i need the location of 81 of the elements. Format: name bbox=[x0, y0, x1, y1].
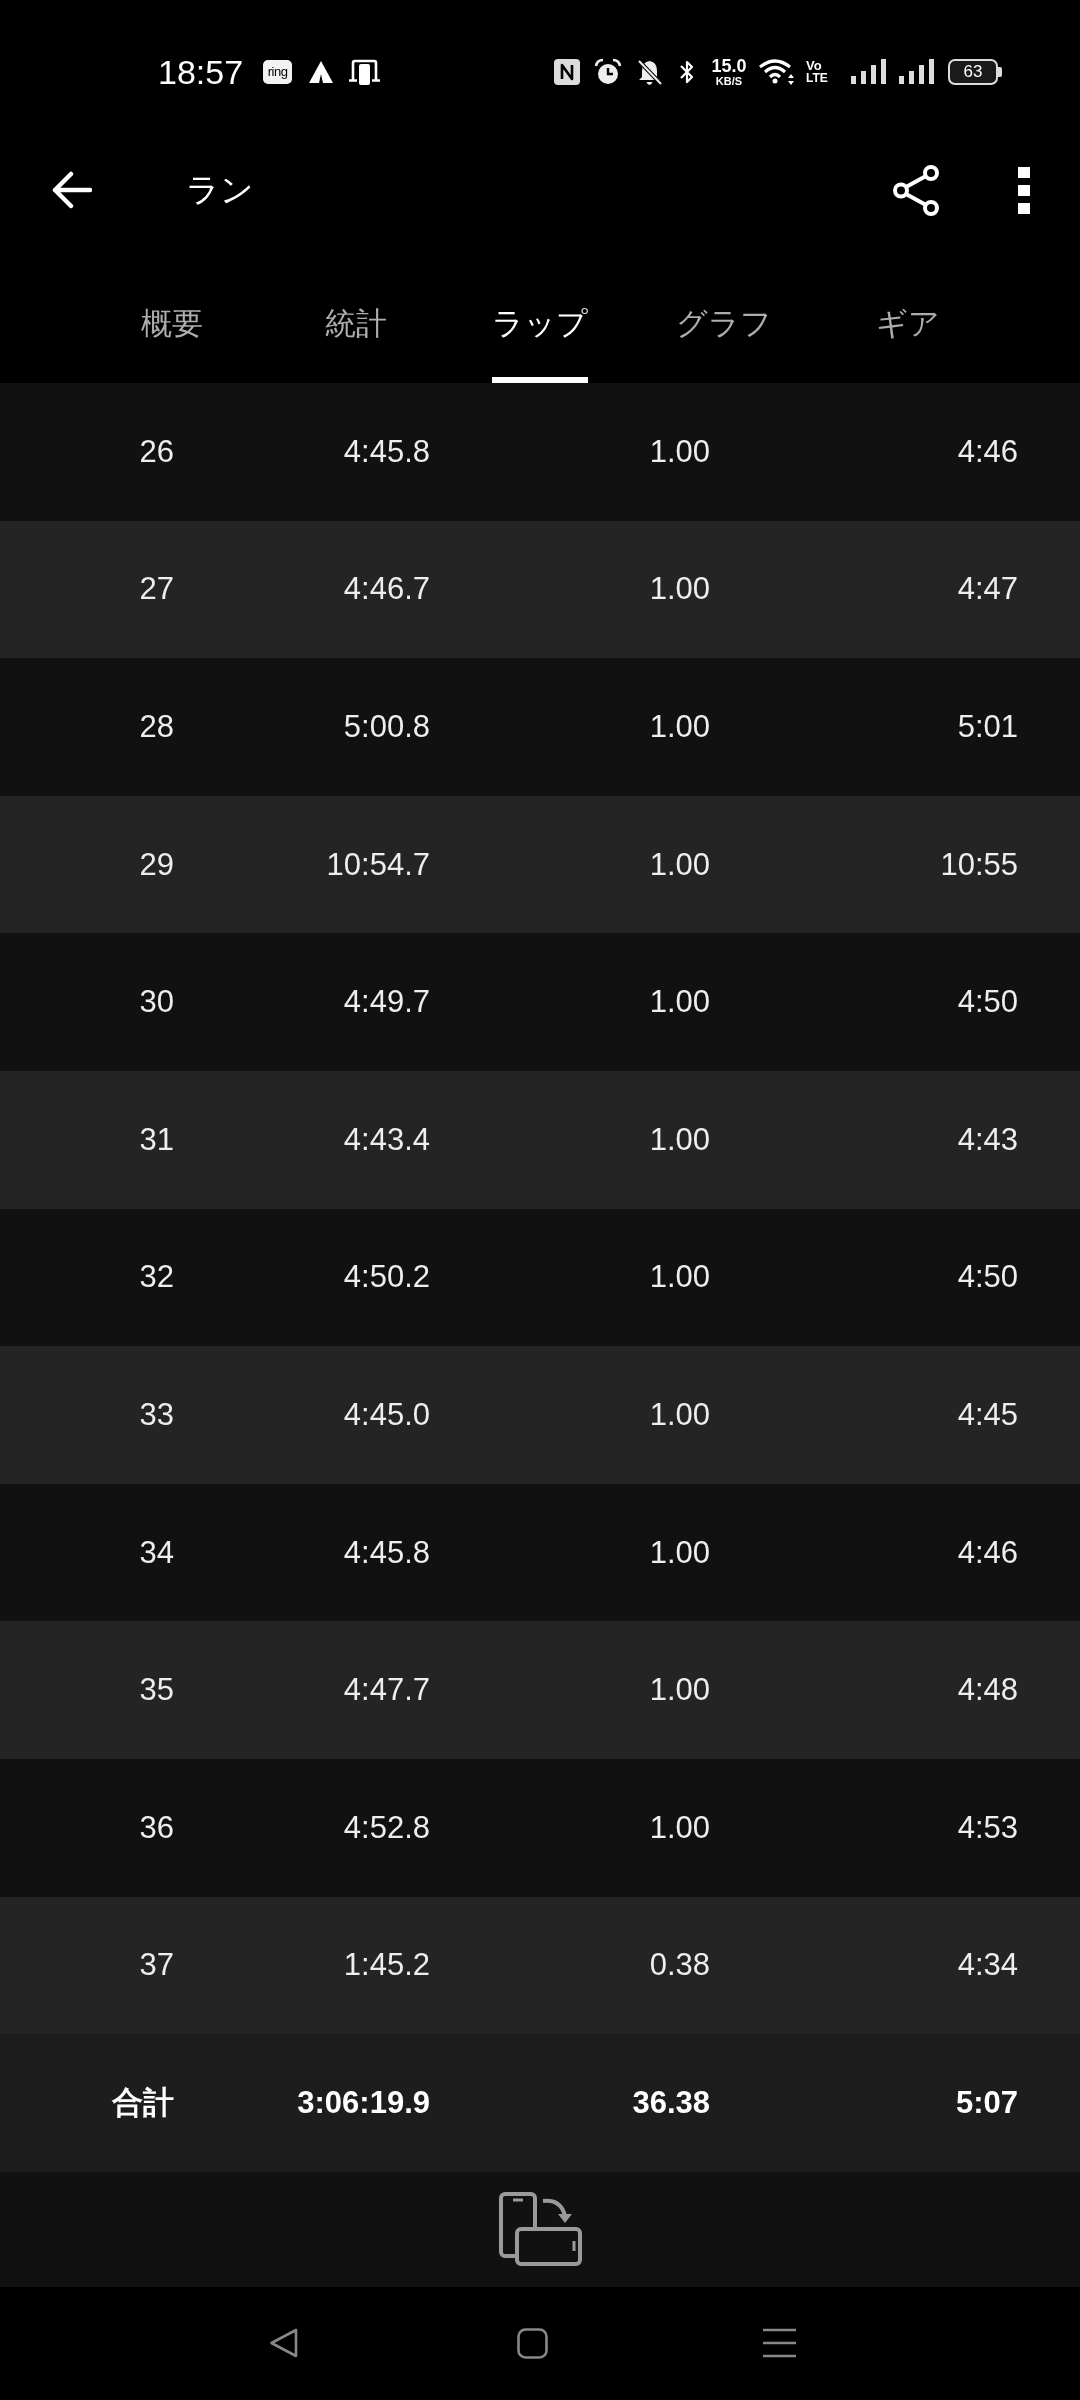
table-cell: 4:50 bbox=[957, 984, 1018, 1021]
table-cell: 5:00.8 bbox=[343, 709, 430, 745]
signal-icon bbox=[898, 59, 935, 85]
rotate-screen-icon[interactable] bbox=[498, 2192, 582, 2267]
table-cell: 0.38 bbox=[649, 1947, 710, 1984]
bluetooth-icon bbox=[678, 58, 696, 86]
wifi-icon bbox=[758, 58, 796, 86]
total-cell: 3:06:19.9 bbox=[297, 2084, 430, 2121]
table-cell: 4:48 bbox=[957, 1672, 1018, 1709]
table-cell: 1.00 bbox=[649, 1396, 710, 1433]
tab[interactable]: 概要 bbox=[80, 236, 264, 383]
alarm-clock-icon bbox=[594, 58, 622, 86]
bell-off-icon bbox=[636, 58, 663, 86]
total-cell: 36.38 bbox=[632, 2084, 710, 2121]
table-cell: 26 bbox=[139, 433, 174, 470]
table-cell: 4:50 bbox=[957, 1259, 1018, 1296]
table-cell: 35 bbox=[139, 1672, 174, 1709]
table-cell: 10:55 bbox=[940, 846, 1018, 883]
table-cell: 4:34 bbox=[957, 1947, 1018, 1984]
network-speed-value: 15.0 bbox=[711, 57, 747, 75]
table-cell: 1.00 bbox=[649, 1809, 710, 1846]
table-cell: 4:50.2 bbox=[343, 1259, 430, 1296]
table-cell: 4:46 bbox=[957, 1534, 1018, 1571]
table-cell: 34 bbox=[139, 1534, 174, 1571]
table-cell: 4:43.4 bbox=[343, 1121, 430, 1158]
table-cell: 36 bbox=[139, 1809, 174, 1846]
table-cell: 1.00 bbox=[649, 1121, 710, 1158]
table-cell: 1.00 bbox=[649, 846, 710, 883]
table-cell: 1.00 bbox=[649, 571, 710, 608]
table-cell: 1.00 bbox=[649, 1259, 710, 1296]
table-cell: 4:43 bbox=[957, 1121, 1018, 1158]
status-time: 18:57 bbox=[158, 53, 244, 91]
table-cell: 4:52.8 bbox=[343, 1809, 430, 1846]
table-cell: 4:45.0 bbox=[343, 1396, 430, 1433]
tab[interactable]: 統計 bbox=[264, 236, 448, 383]
table-cell: 1:45.2 bbox=[343, 1947, 430, 1984]
more-options-icon[interactable] bbox=[1018, 166, 1030, 214]
table-cell: 30 bbox=[139, 984, 174, 1021]
nfc-icon bbox=[554, 59, 580, 85]
table-cell: 10:54.7 bbox=[326, 846, 430, 883]
table-cell: 4:45.8 bbox=[343, 433, 430, 470]
table-cell: 33 bbox=[139, 1396, 174, 1433]
app-badge: ring bbox=[263, 60, 293, 84]
table-cell: 4:45.8 bbox=[343, 1534, 430, 1571]
screen-title: ラン bbox=[186, 170, 254, 210]
table-cell: 4:53 bbox=[957, 1809, 1018, 1846]
table-cell: 32 bbox=[139, 1259, 174, 1296]
table-cell: 1.00 bbox=[649, 1534, 710, 1571]
table-cell: 4:47 bbox=[957, 571, 1018, 608]
phone-in-frame-icon bbox=[349, 59, 381, 85]
table-cell: 1.00 bbox=[649, 1672, 710, 1709]
table-cell: 5:01 bbox=[957, 709, 1018, 745]
network-type-label: Vo bbox=[806, 59, 822, 72]
table-cell: 27 bbox=[139, 571, 174, 608]
table-cell: 4:46.7 bbox=[343, 571, 430, 608]
nav-menu-icon[interactable] bbox=[763, 2328, 796, 2359]
table-cell: 28 bbox=[139, 709, 174, 745]
table-cell: 31 bbox=[139, 1121, 174, 1158]
table-cell: 4:49.7 bbox=[343, 984, 430, 1021]
nav-home-icon[interactable] bbox=[517, 2327, 548, 2359]
signal-icon bbox=[850, 59, 887, 85]
table-cell: 4:46 bbox=[957, 433, 1018, 470]
nav-back-icon[interactable] bbox=[269, 2328, 298, 2359]
network-speed-unit: KB/S bbox=[715, 74, 743, 87]
table-cell: 37 bbox=[139, 1947, 174, 1984]
table-cell: 4:45 bbox=[957, 1396, 1018, 1433]
tab[interactable]: グラフ bbox=[632, 236, 816, 383]
battery-indicator: 63 bbox=[948, 59, 1002, 85]
back-arrow-icon[interactable] bbox=[52, 171, 92, 209]
total-cell: 合計 bbox=[112, 2084, 174, 2121]
table-cell: 1.00 bbox=[649, 433, 710, 470]
total-cell: 5:07 bbox=[955, 2084, 1018, 2121]
table-cell: 4:47.7 bbox=[343, 1672, 430, 1709]
table-cell: 29 bbox=[139, 846, 174, 883]
tab[interactable]: ラップ bbox=[448, 236, 632, 383]
tab[interactable]: ギア bbox=[816, 236, 1000, 383]
triangle-icon bbox=[308, 60, 335, 84]
table-cell: 1.00 bbox=[649, 984, 710, 1021]
share-icon[interactable] bbox=[893, 164, 940, 216]
network-type-label: LTE bbox=[806, 72, 828, 85]
table-cell: 1.00 bbox=[649, 709, 710, 745]
